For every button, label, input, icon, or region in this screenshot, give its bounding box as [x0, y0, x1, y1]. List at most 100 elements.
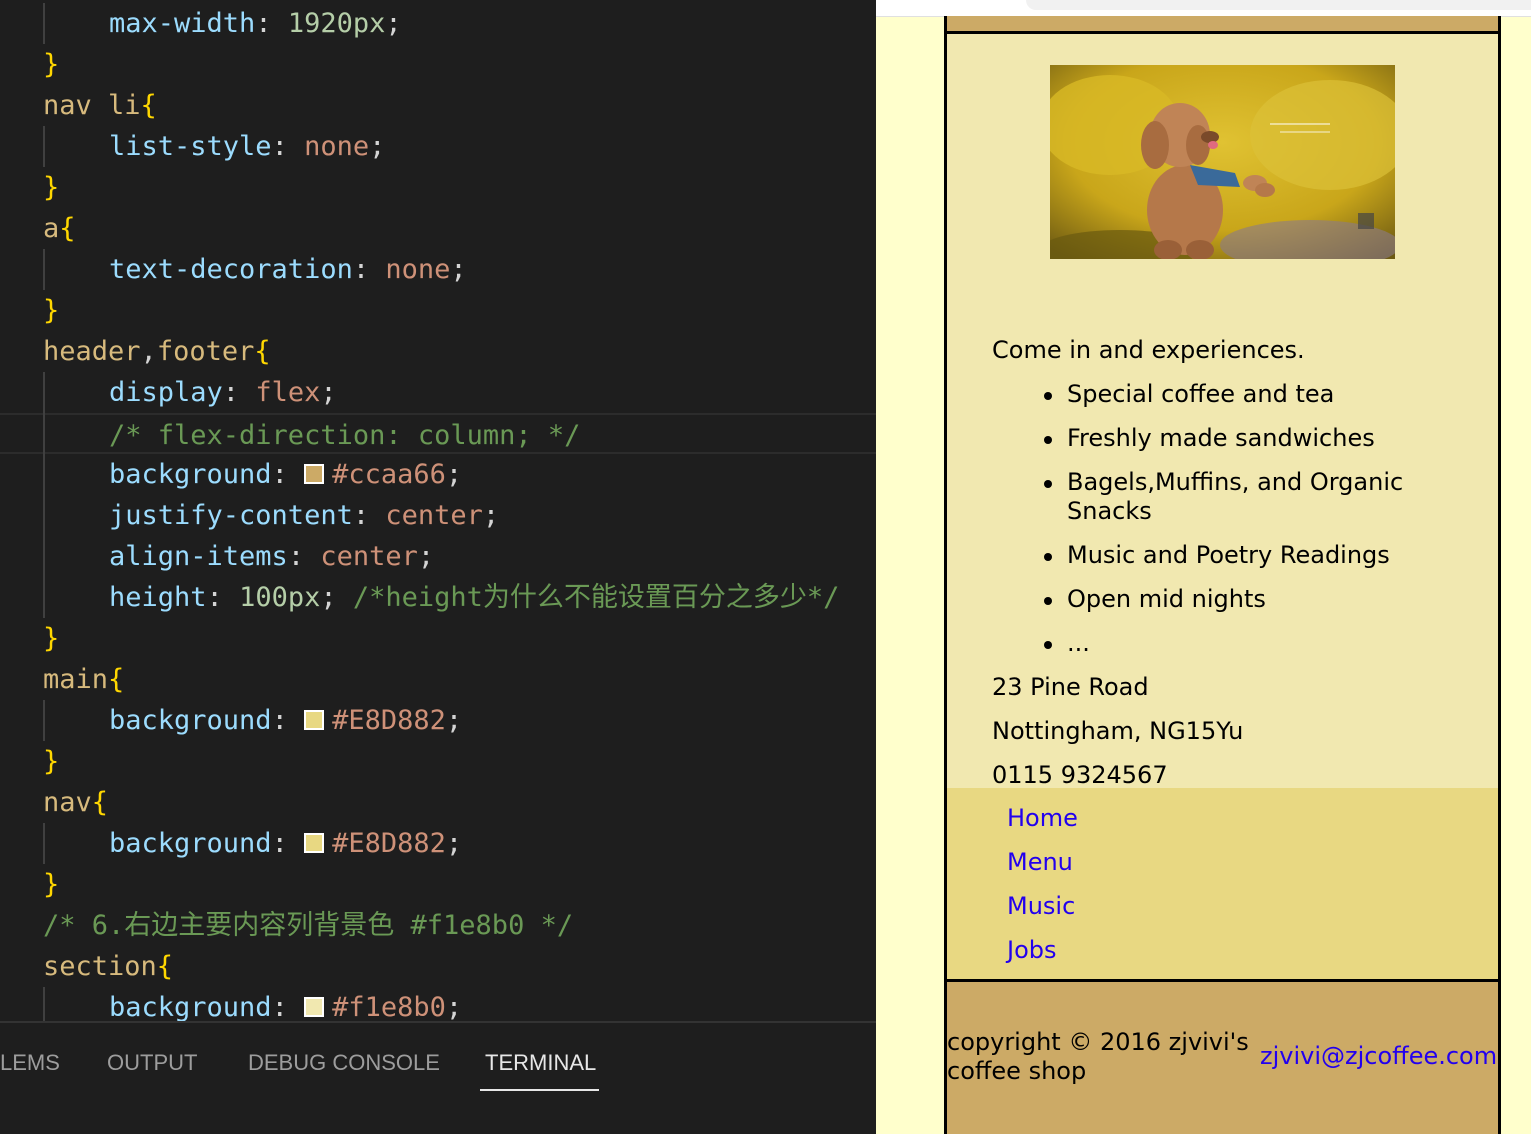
- code-token: #f1e8b0: [332, 992, 446, 1021]
- code-token: /* flex-direction: column; */: [109, 420, 581, 451]
- code-line[interactable]: nav{: [0, 782, 876, 823]
- color-swatch[interactable]: [304, 464, 325, 484]
- code-line-text: /* 6.右边主要内容列背景色 #f1e8b0 */: [43, 905, 573, 946]
- code-token: background: [109, 705, 272, 736]
- code-line[interactable]: }: [0, 290, 876, 331]
- code-line[interactable]: section{: [0, 946, 876, 987]
- code-token: }: [43, 746, 60, 777]
- code-line-text: list-style: none;: [109, 126, 385, 167]
- code-line[interactable]: nav li{: [0, 85, 876, 126]
- code-token: /*height为什么不能设置百分之多少*/: [352, 582, 840, 613]
- code-token: #ccaa66: [332, 459, 446, 490]
- code-line[interactable]: max-width: 1920px;: [0, 3, 876, 44]
- code-line[interactable]: /* flex-direction: column; */: [0, 413, 876, 454]
- code-line[interactable]: /* 6.右边主要内容列背景色 #f1e8b0 */: [0, 905, 876, 946]
- code-token: none: [304, 131, 370, 162]
- address-street: 23 Pine Road: [992, 673, 1149, 701]
- code-line[interactable]: }: [0, 864, 876, 905]
- nav-link-menu[interactable]: Menu: [1007, 848, 1073, 877]
- color-swatch[interactable]: [304, 997, 325, 1017]
- code-token: :: [206, 582, 240, 613]
- code-line[interactable]: background: #f1e8b0;: [0, 987, 876, 1021]
- code-line[interactable]: }: [0, 741, 876, 782]
- browser-preview: Come in and experiences. Special coffee …: [876, 0, 1531, 1134]
- bullet: [1044, 480, 1052, 488]
- code-token: align-items: [109, 541, 288, 572]
- nav-link-home[interactable]: Home: [1007, 804, 1078, 833]
- code-line[interactable]: background: #E8D882;: [0, 700, 876, 741]
- code-line-text: justify-content: center;: [109, 495, 499, 536]
- code-token: ;: [385, 8, 402, 39]
- code-token: ;: [369, 131, 386, 162]
- indent-guide: [43, 823, 45, 864]
- code-token: none: [385, 254, 451, 285]
- code-line[interactable]: list-style: none;: [0, 126, 876, 167]
- code-line-text: }: [43, 290, 59, 331]
- code-line[interactable]: align-items: center;: [0, 536, 876, 577]
- code-line-text: nav li{: [43, 85, 157, 126]
- feature-item: Music and Poetry Readings: [1067, 541, 1390, 569]
- code-token: {: [156, 951, 174, 982]
- code-line[interactable]: }: [0, 618, 876, 659]
- code-token: center: [385, 500, 483, 531]
- code-token: :: [255, 8, 288, 39]
- code-line[interactable]: a{: [0, 208, 876, 249]
- indent-guide: [43, 126, 45, 167]
- code-line-text: }: [43, 167, 59, 208]
- code-token: :: [271, 459, 305, 490]
- bullet: [1044, 641, 1052, 649]
- code-token: :: [287, 541, 321, 572]
- code-line[interactable]: background: #ccaa66;: [0, 454, 876, 495]
- code-line[interactable]: justify-content: center;: [0, 495, 876, 536]
- code-line[interactable]: display: flex;: [0, 372, 876, 413]
- code-line[interactable]: height: 100px; /*height为什么不能设置百分之多少*/: [0, 577, 876, 618]
- code-line[interactable]: background: #E8D882;: [0, 823, 876, 864]
- code-editor[interactable]: max-width: 1920px;} nav li{list-style: no…: [0, 0, 876, 1021]
- code-token: height: [109, 582, 207, 613]
- code-line[interactable]: main{: [0, 659, 876, 700]
- tab-debug-console[interactable]: DEBUG CONSOLE: [248, 1050, 440, 1076]
- code-token: :: [271, 992, 305, 1021]
- code-line-text: }: [43, 618, 59, 659]
- code-token: 100px: [239, 582, 321, 613]
- code-token: #E8D882: [332, 705, 446, 736]
- code-token: background: [109, 459, 272, 490]
- code-token: header: [43, 336, 141, 367]
- nav-link-music[interactable]: Music: [1007, 892, 1075, 921]
- code-line-text: /* flex-direction: column; */: [109, 415, 580, 456]
- code-line[interactable]: }: [0, 44, 876, 85]
- code-token: /* 6.右边主要内容列背景色 #f1e8b0 */: [43, 910, 574, 941]
- color-swatch[interactable]: [304, 833, 325, 853]
- feature-item: Freshly made sandwiches: [1067, 424, 1375, 452]
- code-line[interactable]: text-decoration: none;: [0, 249, 876, 290]
- code-token: center: [320, 541, 418, 572]
- code-token: {: [108, 664, 125, 695]
- code-token: :: [271, 705, 305, 736]
- tab-terminal[interactable]: TERMINAL: [485, 1050, 596, 1076]
- bullet: [1044, 597, 1052, 605]
- copyright-text: copyright © 2016 zjvivi's coffee shop: [947, 1028, 1249, 1085]
- code-token: ;: [482, 500, 500, 531]
- nav-link-jobs[interactable]: Jobs: [1007, 936, 1057, 965]
- code-token: :: [352, 254, 386, 285]
- tab-problems[interactable]: LEMS: [0, 1050, 60, 1076]
- code-token: ,: [140, 336, 157, 367]
- poodle-photo: [1050, 65, 1395, 259]
- code-line-text: max-width: 1920px;: [109, 3, 402, 44]
- color-swatch[interactable]: [304, 710, 325, 730]
- feature-item: Bagels,Muffins, and Organic Snacks: [1067, 468, 1404, 525]
- email-link[interactable]: zjvivi@zjcoffee.com: [1260, 1042, 1497, 1071]
- code-token: nav: [43, 787, 92, 818]
- indent-guide: [43, 3, 45, 44]
- code-token: ;: [320, 582, 353, 613]
- code-token: main: [43, 664, 109, 695]
- code-line-text: nav{: [43, 782, 108, 823]
- code-token: :: [271, 131, 305, 162]
- code-line[interactable]: }: [0, 167, 876, 208]
- code-line-text: text-decoration: none;: [109, 249, 467, 290]
- address-city: Nottingham, NG15Yu: [992, 717, 1244, 745]
- site-footer: copyright © 2016 zjvivi's coffee shop zj…: [947, 982, 1498, 1134]
- feature-item: Special coffee and tea: [1067, 380, 1335, 408]
- tab-output[interactable]: OUTPUT: [107, 1050, 197, 1076]
- code-line[interactable]: header,footer{: [0, 331, 876, 372]
